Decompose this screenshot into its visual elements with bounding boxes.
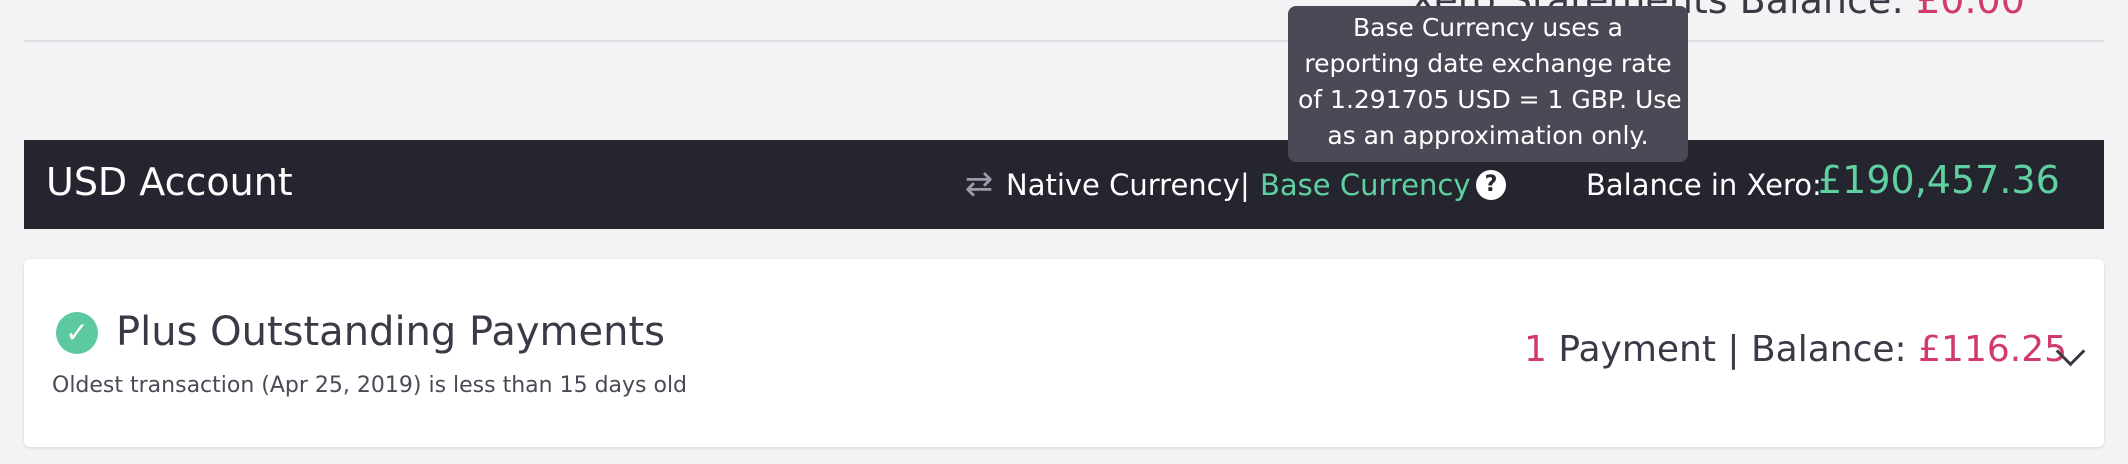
payments-balance: £116.25 [1918,329,2068,370]
payments-title: Plus Outstanding Payments [116,309,665,355]
tooltip-line: Base Currency uses a [1353,13,1623,42]
base-currency-toggle[interactable]: Base Currency [1260,168,1471,202]
check-icon: ✓ [56,312,98,354]
balance-value: £190,457.36 [1818,158,2060,202]
native-currency-toggle[interactable]: Native Currency [1006,168,1240,202]
payments-subtitle: Oldest transaction (Apr 25, 2019) is les… [52,373,688,398]
payments-summary: 1 Payment | Balance: £116.25 [1524,329,2067,370]
tooltip-line: as an approximation only. [1327,121,1649,150]
payment-count: 1 [1524,329,1547,370]
tooltip-line: of 1.291705 USD = 1 GBP. Use [1298,85,1682,114]
currency-separator: | [1240,168,1250,202]
divider [24,40,2104,42]
swap-arrows-icon[interactable]: ⇄ [959,166,999,202]
balance-label: Balance in Xero: [1586,168,1822,202]
account-title: USD Account [46,160,293,204]
outstanding-payments-card[interactable]: ✓ Plus Outstanding Payments Oldest trans… [24,259,2104,447]
help-icon[interactable]: ? [1476,170,1506,200]
payment-count-label: Payment | Balance: [1558,329,1907,370]
tooltip-line: reporting date exchange rate [1304,49,1672,78]
statements-balance-value: £0.00 [1916,0,2025,22]
account-header-bar: USD Account ⇄ Native Currency | Base Cur… [24,140,2104,229]
base-currency-tooltip: Base Currency uses a reporting date exch… [1288,6,1688,162]
